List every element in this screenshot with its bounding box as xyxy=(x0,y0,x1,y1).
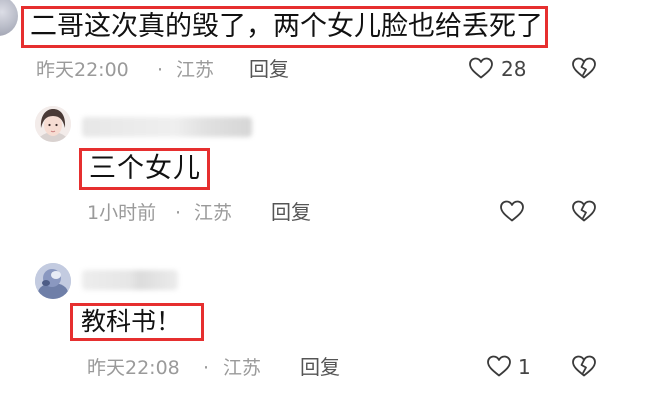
username-blurred[interactable] xyxy=(82,270,178,290)
comment-time: 昨天22:00 xyxy=(36,59,129,81)
reply-button[interactable]: 回复 xyxy=(300,355,340,379)
comment-text-highlight: 教科书！ xyxy=(70,303,204,341)
avatar[interactable] xyxy=(35,263,71,299)
avatar[interactable] xyxy=(0,0,18,36)
comment-text-highlight: 二哥这次真的毁了，两个女儿脸也给丢死了 xyxy=(21,6,548,48)
comment-text-highlight: 三个女儿 xyxy=(79,148,210,190)
comment-text: 三个女儿 xyxy=(89,153,201,184)
meta-separator: · xyxy=(203,357,210,379)
like-count: 28 xyxy=(501,57,527,81)
meta-separator: · xyxy=(175,202,182,224)
like-count: 1 xyxy=(518,355,531,379)
comment-location: 江苏 xyxy=(223,357,262,379)
broken-heart-icon[interactable] xyxy=(571,199,597,223)
username-blurred[interactable] xyxy=(82,117,252,137)
avatar[interactable] xyxy=(35,106,71,142)
heart-outline-icon[interactable] xyxy=(468,56,494,80)
comment-location: 江苏 xyxy=(176,59,215,81)
comment-text: 教科书！ xyxy=(81,307,182,336)
comment-time: 昨天22:08 xyxy=(87,357,180,379)
meta-separator: · xyxy=(157,59,164,81)
comment-time: 1小时前 xyxy=(87,202,157,224)
reply-button[interactable]: 回复 xyxy=(249,57,289,81)
reply-button[interactable]: 回复 xyxy=(271,200,311,224)
broken-heart-icon[interactable] xyxy=(571,354,597,378)
heart-outline-icon[interactable] xyxy=(486,354,512,378)
heart-outline-icon[interactable] xyxy=(499,199,525,223)
comment-thread: 二哥这次真的毁了，两个女儿脸也给丢死了 昨天22:00 · 江苏 回复 28 三… xyxy=(0,0,660,413)
comment-text: 二哥这次真的毁了，两个女儿脸也给丢死了 xyxy=(30,11,543,42)
broken-heart-icon[interactable] xyxy=(571,56,597,80)
comment-location: 江苏 xyxy=(194,202,233,224)
